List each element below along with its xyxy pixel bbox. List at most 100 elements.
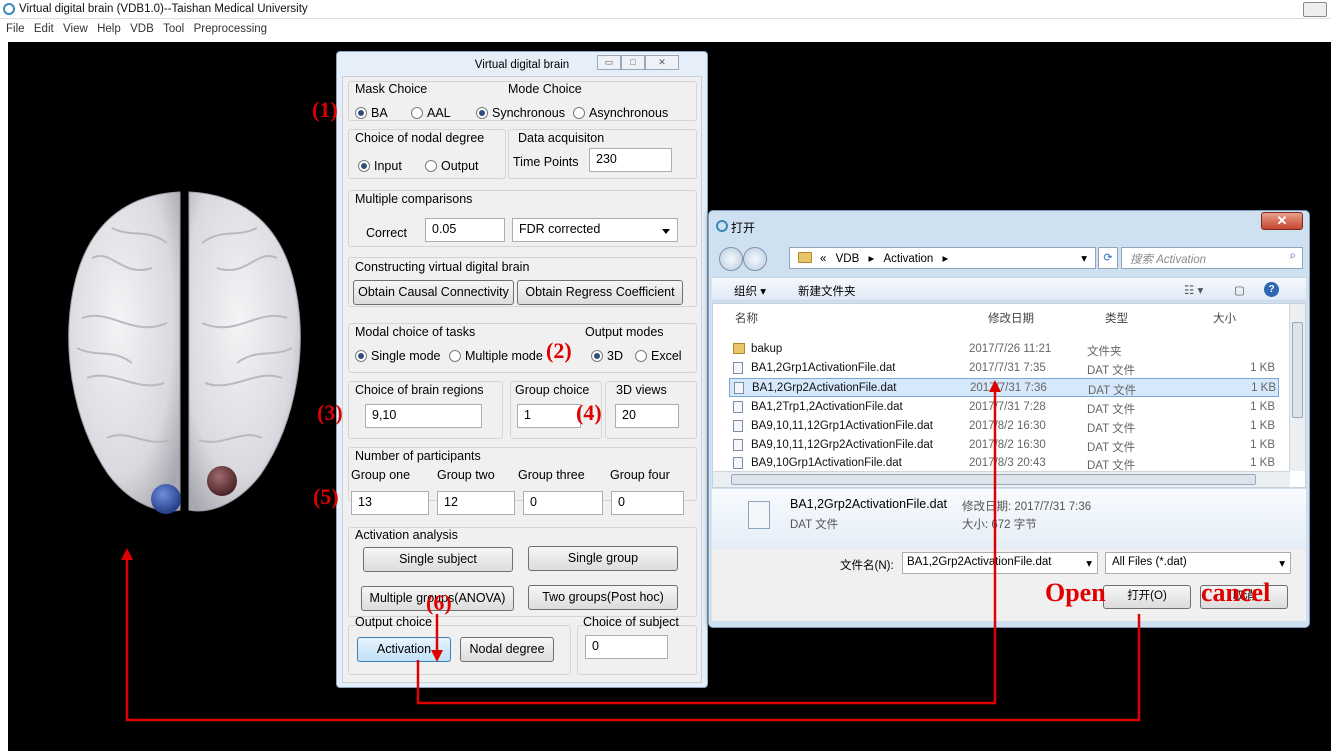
menu-tool[interactable]: Tool xyxy=(163,23,184,35)
organize-menu[interactable]: 组织 ▾ xyxy=(734,283,766,299)
group-four-input[interactable]: 0 xyxy=(611,491,684,515)
refresh-icon[interactable]: ⟳ xyxy=(1098,247,1118,269)
column-size[interactable]: 大小 xyxy=(1213,310,1236,326)
time-points-input[interactable]: 230 xyxy=(589,148,672,172)
details-filename: BA1,2Grp2ActivationFile.dat xyxy=(790,497,948,511)
file-icon xyxy=(733,457,743,469)
two-groups-posthoc-button[interactable]: Two groups(Post hoc) xyxy=(528,585,678,610)
group-choice-input[interactable]: 1 xyxy=(517,404,581,428)
annotation-6: (6) xyxy=(426,590,452,615)
group-three-label: Group three xyxy=(518,468,585,482)
file-icon xyxy=(748,501,770,529)
back-button[interactable] xyxy=(719,247,743,271)
vdb-dialog: Virtual digital brain ▭ □ ✕ Mask Choice … xyxy=(336,51,708,688)
participants-label: Number of participants xyxy=(355,449,481,463)
file-icon xyxy=(733,362,743,374)
file-row[interactable]: BA9,10,11,12Grp1ActivationFile.dat 2017/… xyxy=(729,417,1279,436)
file-row-bakup[interactable]: bakup 2017/7/26 11:21 文件夹 xyxy=(729,340,1279,359)
annotation-open: Open xyxy=(1045,578,1106,607)
single-subject-button[interactable]: Single subject xyxy=(363,547,513,572)
forward-button[interactable] xyxy=(743,247,767,271)
annotation-3: (3) xyxy=(317,400,343,425)
group-two-label: Group two xyxy=(437,468,495,482)
output-excel-radio[interactable]: Excel xyxy=(635,349,682,363)
new-folder-button[interactable]: 新建文件夹 xyxy=(798,283,856,299)
dialog-icon xyxy=(716,220,728,232)
minimize-button[interactable]: ▭ xyxy=(597,55,621,70)
vdb-body: Mask Choice Mode Choice BA AAL Synchrono… xyxy=(342,76,702,683)
correction-method-select[interactable]: FDR corrected xyxy=(512,218,678,242)
menu-file[interactable]: File xyxy=(6,23,25,35)
annotation-1: (1) xyxy=(312,97,338,122)
single-group-button[interactable]: Single group xyxy=(528,546,678,571)
group-two-input[interactable]: 12 xyxy=(437,491,515,515)
minimize-button[interactable] xyxy=(1303,2,1327,17)
scrollbar-thumb[interactable] xyxy=(1292,322,1303,418)
menu-preprocessing[interactable]: Preprocessing xyxy=(194,23,268,35)
nodal-degree-label: Choice of nodal degree xyxy=(355,131,485,145)
menu-help[interactable]: Help xyxy=(97,23,121,35)
mode-asynchronous-radio[interactable]: Asynchronous xyxy=(573,106,668,120)
menu-edit[interactable]: Edit xyxy=(34,23,54,35)
file-row-selected[interactable]: BA1,2Grp2ActivationFile.dat 2017/7/31 7:… xyxy=(729,378,1279,397)
time-points-label: Time Points xyxy=(513,155,579,169)
horizontal-scrollbar[interactable] xyxy=(713,471,1290,487)
brain-3d-render[interactable] xyxy=(52,188,317,520)
output-3d-radio[interactable]: 3D xyxy=(591,349,623,363)
file-row[interactable]: BA9,10Grp1ActivationFile.dat 2017/8/3 20… xyxy=(729,454,1279,471)
maximize-button[interactable]: □ xyxy=(621,55,645,70)
correct-input[interactable]: 0.05 xyxy=(425,218,505,242)
scrollbar-thumb[interactable] xyxy=(731,474,1256,485)
menu-vdb[interactable]: VDB xyxy=(130,23,154,35)
nodal-output-radio[interactable]: Output xyxy=(425,159,479,173)
column-date[interactable]: 修改日期 xyxy=(988,310,1034,326)
file-list: 名称 修改日期 类型 大小 bakup 2017/7/26 11:21 文件夹 … xyxy=(712,303,1306,488)
file-row[interactable]: BA1,2Trp1,2ActivationFile.dat 2017/7/31 … xyxy=(729,398,1279,417)
details-size: 大小: 672 字节 xyxy=(962,519,1037,531)
group-one-input[interactable]: 13 xyxy=(351,491,429,515)
preview-pane-icon[interactable]: ▢ xyxy=(1234,283,1245,297)
activation-button[interactable]: Activation xyxy=(357,637,451,662)
file-icon xyxy=(734,382,744,394)
chevron-down-icon xyxy=(662,229,670,234)
menu-view[interactable]: View xyxy=(63,23,88,35)
vertical-scrollbar[interactable] xyxy=(1289,304,1305,471)
file-row[interactable]: BA1,2Grp1ActivationFile.dat 2017/7/31 7:… xyxy=(729,359,1279,378)
nodal-input-radio[interactable]: Input xyxy=(358,159,402,173)
file-row[interactable]: BA9,10,11,12Grp2ActivationFile.dat 2017/… xyxy=(729,436,1279,455)
address-bar[interactable]: « VDB ▸ Activation ▸ ▾ xyxy=(789,247,1096,269)
modal-choice-label: Modal choice of tasks xyxy=(355,325,476,339)
help-icon[interactable]: ? xyxy=(1264,282,1279,297)
mask-aal-radio[interactable]: AAL xyxy=(411,106,451,120)
subject-choice-input[interactable]: 0 xyxy=(585,635,668,659)
chevron-down-icon[interactable]: ▾ xyxy=(1279,556,1285,570)
multiple-mode-radio[interactable]: Multiple mode xyxy=(449,349,543,363)
column-name[interactable]: 名称 xyxy=(735,310,758,326)
annotation-4: (4) xyxy=(576,400,602,425)
mode-synchronous-radio[interactable]: Synchronous xyxy=(476,106,565,120)
activation-analysis-label: Activation analysis xyxy=(355,528,458,542)
filename-input[interactable]: BA1,2Grp2ActivationFile.dat ▾ xyxy=(902,552,1098,574)
obtain-regress-coefficient-button[interactable]: Obtain Regress Coefficient xyxy=(517,280,683,305)
column-type[interactable]: 类型 xyxy=(1105,310,1128,326)
open-dialog-title: 打开 xyxy=(731,221,756,235)
nodal-degree-button[interactable]: Nodal degree xyxy=(460,637,554,662)
open-button[interactable]: 打开(O) xyxy=(1103,585,1191,609)
brain-regions-input[interactable]: 9,10 xyxy=(365,404,482,428)
chevron-down-icon[interactable]: ▾ xyxy=(1086,556,1092,570)
group-three-input[interactable]: 0 xyxy=(523,491,603,515)
view-options-icon[interactable]: ☷ ▾ xyxy=(1184,283,1203,297)
obtain-causal-connectivity-button[interactable]: Obtain Causal Connectivity xyxy=(353,280,514,305)
search-input[interactable]: 搜索 Activation ⌕ xyxy=(1121,247,1303,269)
vdb-window-controls: ▭ □ ✕ xyxy=(597,55,679,70)
close-button[interactable]: ✕ xyxy=(1261,212,1303,230)
close-button[interactable]: ✕ xyxy=(645,55,679,70)
chevron-down-icon[interactable]: ▾ xyxy=(1081,251,1087,265)
search-icon[interactable]: ⌕ xyxy=(1290,250,1296,263)
single-mode-radio[interactable]: Single mode xyxy=(355,349,441,363)
views-3d-input[interactable]: 20 xyxy=(615,404,679,428)
file-icon xyxy=(733,420,743,432)
file-icon xyxy=(733,401,743,413)
mask-ba-radio[interactable]: BA xyxy=(355,106,388,120)
file-type-filter[interactable]: All Files (*.dat) ▾ xyxy=(1105,552,1291,574)
